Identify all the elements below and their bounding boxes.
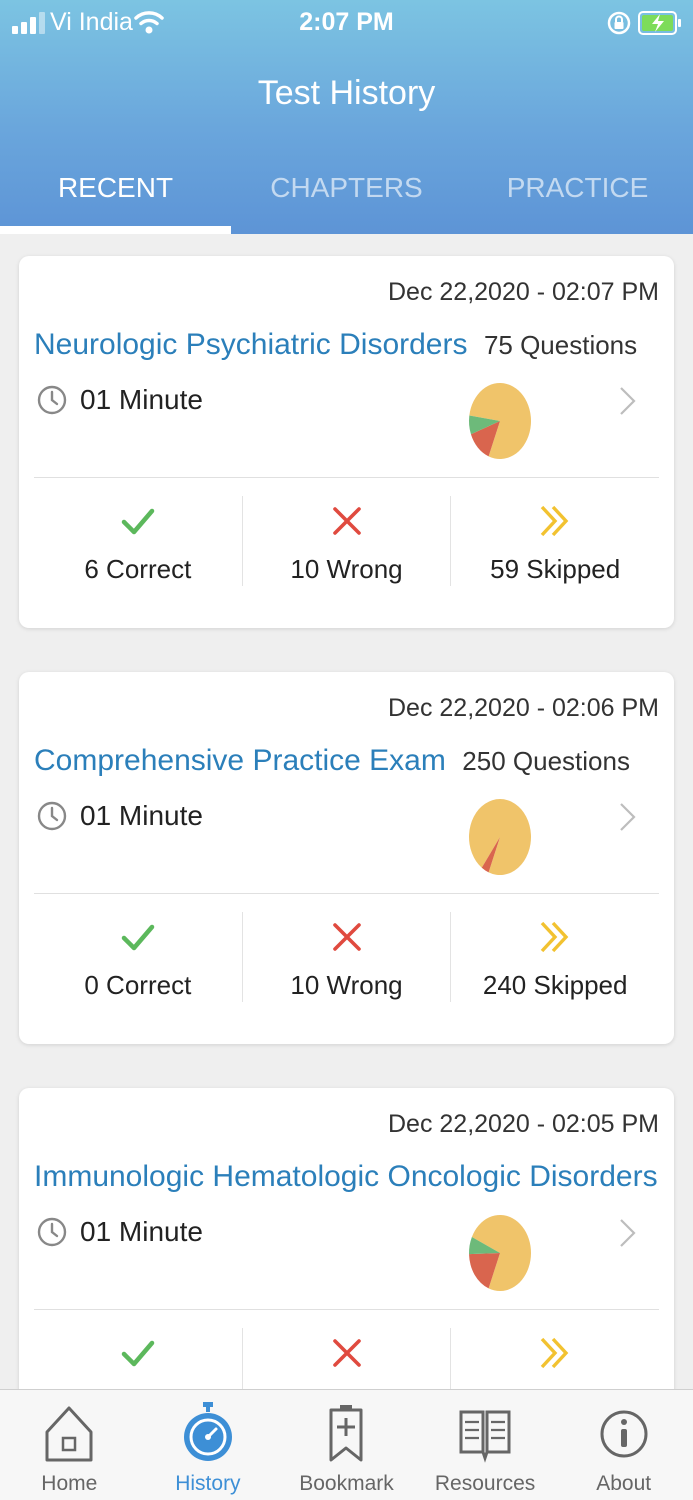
- nav-label: About: [596, 1472, 652, 1495]
- test-title: Immunologic Hematologic Oncologic Disord…: [34, 1160, 658, 1193]
- info-icon: [600, 1410, 648, 1458]
- check-icon: [121, 924, 155, 951]
- test-date: Dec 22,2020 - 02:05 PM: [388, 1110, 659, 1138]
- skipped-stat: 59 Skipped: [450, 496, 659, 586]
- nav-label: Home: [41, 1472, 98, 1495]
- test-title: Neurologic Psychiatric Disorders: [34, 328, 468, 361]
- duration-row: 01 Minute: [37, 1216, 203, 1248]
- skipped-stat: 240 Skipped: [450, 912, 659, 1002]
- double-chevron-icon: [540, 505, 569, 537]
- divider: [34, 1309, 659, 1310]
- battery-icon: [638, 11, 681, 35]
- divider: [34, 893, 659, 894]
- correct-count: 0 Correct: [84, 970, 192, 1000]
- stats-row: 0 Correct 10 Wrong 240 Skipped: [34, 912, 659, 1002]
- test-title-row: Comprehensive Practice Exam 250 Question…: [34, 744, 659, 778]
- tab-chapters[interactable]: CHAPTERS: [231, 160, 462, 234]
- clock-icon: [37, 1217, 67, 1247]
- clock-icon: [37, 385, 67, 415]
- stopwatch-icon: [183, 1402, 232, 1461]
- book-icon: [459, 1410, 511, 1463]
- result-pie-chart: [469, 799, 531, 875]
- status-time: 2:07 PM: [299, 8, 394, 36]
- wrong-count: 10 Wrong: [290, 554, 403, 584]
- test-duration: 01 Minute: [80, 800, 203, 831]
- question-count: 75 Questions: [483, 330, 638, 360]
- nav-label: Bookmark: [299, 1472, 394, 1495]
- divider: [34, 477, 659, 478]
- chevron-right-icon[interactable]: [619, 802, 637, 832]
- bookmark-icon: [329, 1405, 363, 1462]
- check-icon: [121, 508, 155, 535]
- chevron-right-icon[interactable]: [619, 386, 637, 416]
- test-date: Dec 22,2020 - 02:06 PM: [388, 694, 659, 722]
- test-card[interactable]: Dec 22,2020 - 02:07 PM Neurologic Psychi…: [19, 256, 674, 628]
- nav-home[interactable]: Home: [0, 1390, 139, 1500]
- result-pie-chart: [469, 1215, 531, 1291]
- correct-stat: 6 Correct: [34, 496, 242, 586]
- tab-practice[interactable]: PRACTICE: [462, 160, 693, 234]
- clock-icon: [37, 801, 67, 831]
- bottom-nav: Home History Bookmark Resources About: [0, 1389, 693, 1500]
- duration-row: 01 Minute: [37, 800, 203, 832]
- nav-about[interactable]: About: [554, 1390, 693, 1500]
- chevron-right-icon[interactable]: [619, 1218, 637, 1248]
- rotation-lock-icon: [607, 11, 631, 35]
- test-card[interactable]: Dec 22,2020 - 02:06 PM Comprehensive Pra…: [19, 672, 674, 1044]
- nav-resources[interactable]: Resources: [416, 1390, 555, 1500]
- wrong-stat: 10 Wrong: [241, 496, 451, 586]
- test-duration: 01 Minute: [80, 1216, 203, 1247]
- nav-bookmark[interactable]: Bookmark: [277, 1390, 416, 1500]
- nav-label: History: [175, 1472, 241, 1495]
- test-title: Comprehensive Practice Exam: [34, 744, 446, 777]
- result-pie-chart: [469, 383, 531, 459]
- test-duration: 01 Minute: [80, 384, 203, 415]
- cross-icon: [332, 923, 361, 951]
- stats-row: 6 Correct 10 Wrong 59 Skipped: [34, 496, 659, 586]
- question-count: 250 Questions: [462, 746, 630, 776]
- double-chevron-icon: [540, 1337, 569, 1369]
- nav-history[interactable]: History: [139, 1390, 278, 1500]
- home-icon: [45, 1406, 93, 1462]
- header: Vi India 2:07 PM Test History RECENT CHA…: [0, 0, 693, 234]
- cross-icon: [332, 507, 361, 535]
- cross-icon: [332, 1339, 361, 1367]
- test-title-row: Neurologic Psychiatric Disorders 75 Ques…: [34, 328, 659, 362]
- correct-count: 6 Correct: [84, 554, 192, 584]
- double-chevron-icon: [540, 921, 569, 953]
- skipped-count: 59 Skipped: [490, 554, 621, 584]
- correct-stat: 0 Correct: [34, 912, 242, 1002]
- tab-bar: RECENT CHAPTERS PRACTICE: [0, 160, 693, 234]
- wrong-stat: 10 Wrong: [241, 912, 451, 1002]
- page-title: Test History: [257, 74, 436, 112]
- duration-row: 01 Minute: [37, 384, 203, 416]
- status-bar: Vi India 2:07 PM: [0, 0, 693, 48]
- skipped-count: 240 Skipped: [482, 970, 628, 1000]
- test-title-row: Immunologic Hematologic Oncologic Disord…: [34, 1160, 659, 1194]
- wrong-count: 10 Wrong: [290, 970, 403, 1000]
- nav-label: Resources: [434, 1472, 536, 1495]
- check-icon: [121, 1340, 155, 1367]
- test-date: Dec 22,2020 - 02:07 PM: [388, 278, 659, 306]
- tab-recent[interactable]: RECENT: [0, 160, 231, 234]
